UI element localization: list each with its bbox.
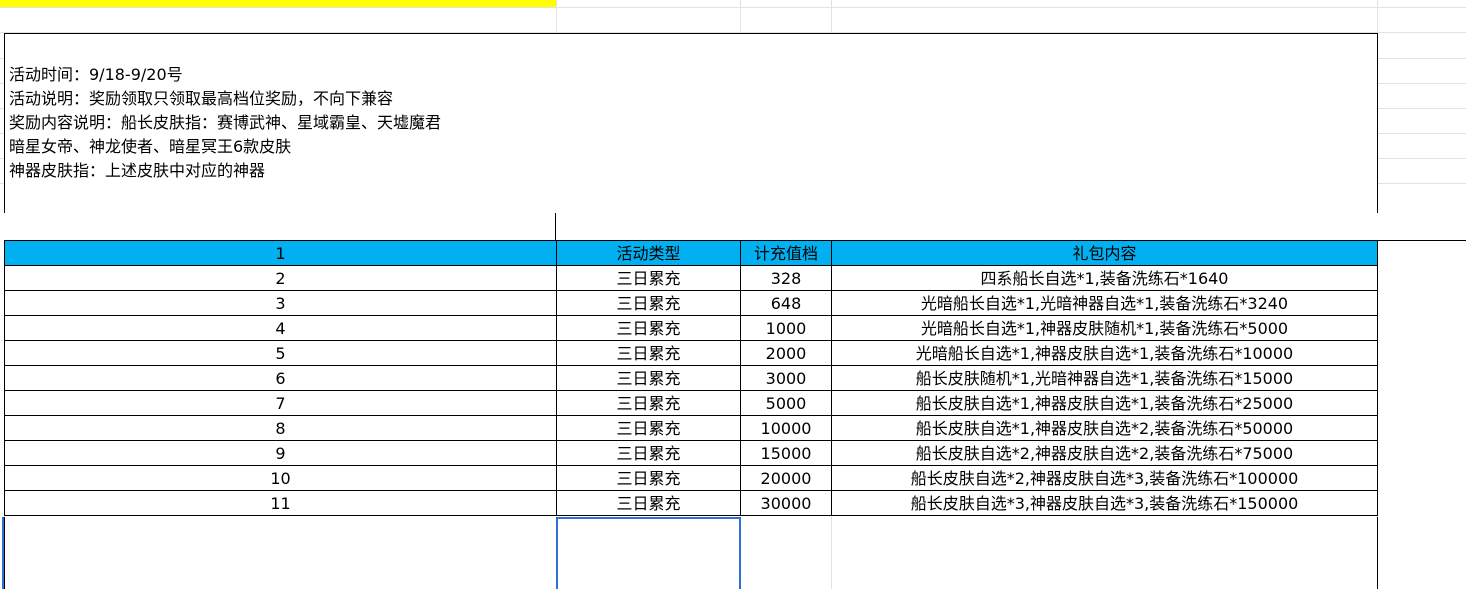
table-row: 3 三日累充 648 光暗船长自选*1,光暗神器自选*1,装备洗练石*3240 [4, 290, 1378, 316]
table-row: 2 三日累充 328 四系船长自选*1,装备洗练石*1640 [4, 265, 1378, 291]
activity-type-cell[interactable]: 三日累充 [556, 315, 741, 341]
activity-type-cell[interactable]: 三日累充 [556, 290, 741, 316]
gift-content-cell[interactable]: 光暗船长自选*1,神器皮肤随机*1,装备洗练石*5000 [831, 315, 1378, 341]
activity-type-cell[interactable]: 三日累充 [556, 365, 741, 391]
recharge-tier-cell[interactable]: 30000 [740, 490, 832, 516]
notice-line-description: 活动说明：奖励领取只领取最高档位奖励，不向下兼容 [9, 89, 394, 108]
table-row: 9 三日累充 15000 船长皮肤自选*2,神器皮肤自选*2,装备洗练石*75000 [4, 440, 1378, 466]
recharge-tier-cell[interactable]: 1000 [740, 315, 832, 341]
blank-spacer-row[interactable] [4, 213, 1466, 241]
gift-content-cell[interactable]: 船长皮肤随机*1,光暗神器自选*1,装备洗练石*15000 [831, 365, 1378, 391]
notice-line-artifact-skin: 神器皮肤指：上述皮肤中对应的神器 [9, 161, 266, 180]
row-index-cell[interactable]: 8 [4, 415, 557, 441]
highlighted-cell-strip[interactable] [0, 0, 556, 7]
recharge-tier-cell[interactable]: 5000 [740, 390, 832, 416]
header-cell-gift-content[interactable]: 礼包内容 [831, 240, 1378, 266]
header-cell-activity-type[interactable]: 活动类型 [556, 240, 741, 266]
activity-type-cell[interactable]: 三日累充 [556, 265, 741, 291]
gift-content-cell[interactable]: 光暗船长自选*1,光暗神器自选*1,装备洗练石*3240 [831, 290, 1378, 316]
row-index-cell[interactable]: 3 [4, 290, 557, 316]
table-row: 7 三日累充 5000 船长皮肤自选*1,神器皮肤自选*1,装备洗练石*25000 [4, 390, 1378, 416]
table-row: 10 三日累充 20000 船长皮肤自选*2,神器皮肤自选*3,装备洗练石*10000… [4, 465, 1378, 491]
row-index-cell[interactable]: 6 [4, 365, 557, 391]
recharge-tier-cell[interactable]: 15000 [740, 440, 832, 466]
notice-line-skin-list: 暗星女帝、神龙使者、暗星冥王6款皮肤 [9, 137, 292, 156]
row-index-cell[interactable]: 2 [4, 265, 557, 291]
recharge-tier-cell[interactable]: 328 [740, 265, 832, 291]
gift-content-cell[interactable]: 船长皮肤自选*2,神器皮肤自选*3,装备洗练石*100000 [831, 465, 1378, 491]
gift-content-cell[interactable]: 光暗船长自选*1,神器皮肤自选*1,装备洗练石*10000 [831, 340, 1378, 366]
recharge-tier-cell[interactable]: 648 [740, 290, 832, 316]
row-index-cell[interactable]: 7 [4, 390, 557, 416]
activity-type-cell[interactable]: 三日累充 [556, 490, 741, 516]
table-header-row: 1 活动类型 计充值档 礼包内容 [4, 240, 1378, 266]
activity-type-cell[interactable]: 三日累充 [556, 390, 741, 416]
activity-type-cell[interactable]: 三日累充 [556, 465, 741, 491]
recharge-tier-cell[interactable]: 2000 [740, 340, 832, 366]
recharge-tier-cell[interactable]: 3000 [740, 365, 832, 391]
recharge-tier-cell[interactable]: 10000 [740, 415, 832, 441]
table-row: 5 三日累充 2000 光暗船长自选*1,神器皮肤自选*1,装备洗练石*10000 [4, 340, 1378, 366]
notice-line-time: 活动时间：9/18-9/20号 [9, 65, 183, 84]
gift-content-cell[interactable]: 船长皮肤自选*2,神器皮肤自选*2,装备洗练石*75000 [831, 440, 1378, 466]
activity-notice-cell[interactable]: 活动时间：9/18-9/20号活动说明：奖励领取只领取最高档位奖励，不向下兼容奖… [4, 33, 1378, 214]
gift-content-cell[interactable]: 船长皮肤自选*3,神器皮肤自选*3,装备洗练石*150000 [831, 490, 1378, 516]
row-index-cell[interactable]: 4 [4, 315, 557, 341]
activity-type-cell[interactable]: 三日累充 [556, 415, 741, 441]
table-row: 8 三日累充 10000 船长皮肤自选*1,神器皮肤自选*2,装备洗练石*50000 [4, 415, 1378, 441]
activity-type-cell[interactable]: 三日累充 [556, 340, 741, 366]
row-index-cell[interactable]: 11 [4, 490, 557, 516]
selection-edge [2, 517, 4, 589]
reward-tier-table: 1 活动类型 计充值档 礼包内容 2 三日累充 328 四系船长自选*1,装备洗练石*… [4, 240, 1378, 516]
selected-cell[interactable] [556, 517, 741, 589]
gift-content-cell[interactable]: 船长皮肤自选*1,神器皮肤自选*2,装备洗练石*50000 [831, 415, 1378, 441]
table-row: 6 三日累充 3000 船长皮肤随机*1,光暗神器自选*1,装备洗练石*15000 [4, 365, 1378, 391]
header-cell-index[interactable]: 1 [4, 240, 557, 266]
recharge-tier-cell[interactable]: 20000 [740, 465, 832, 491]
row-index-cell[interactable]: 5 [4, 340, 557, 366]
gift-content-cell[interactable]: 船长皮肤自选*1,神器皮肤自选*1,装备洗练石*25000 [831, 390, 1378, 416]
row-index-cell[interactable]: 10 [4, 465, 557, 491]
table-row: 4 三日累充 1000 光暗船长自选*1,神器皮肤随机*1,装备洗练石*5000 [4, 315, 1378, 341]
notice-line-reward-info: 奖励内容说明：船长皮肤指：赛博武神、星域霸皇、天墟魔君 [9, 113, 442, 132]
row-index-cell[interactable]: 9 [4, 440, 557, 466]
table-row: 11 三日累充 30000 船长皮肤自选*3,神器皮肤自选*3,装备洗练石*15000… [4, 490, 1378, 516]
gift-content-cell[interactable]: 四系船长自选*1,装备洗练石*1640 [831, 265, 1378, 291]
header-cell-recharge-tier[interactable]: 计充值档 [740, 240, 832, 266]
activity-type-cell[interactable]: 三日累充 [556, 440, 741, 466]
